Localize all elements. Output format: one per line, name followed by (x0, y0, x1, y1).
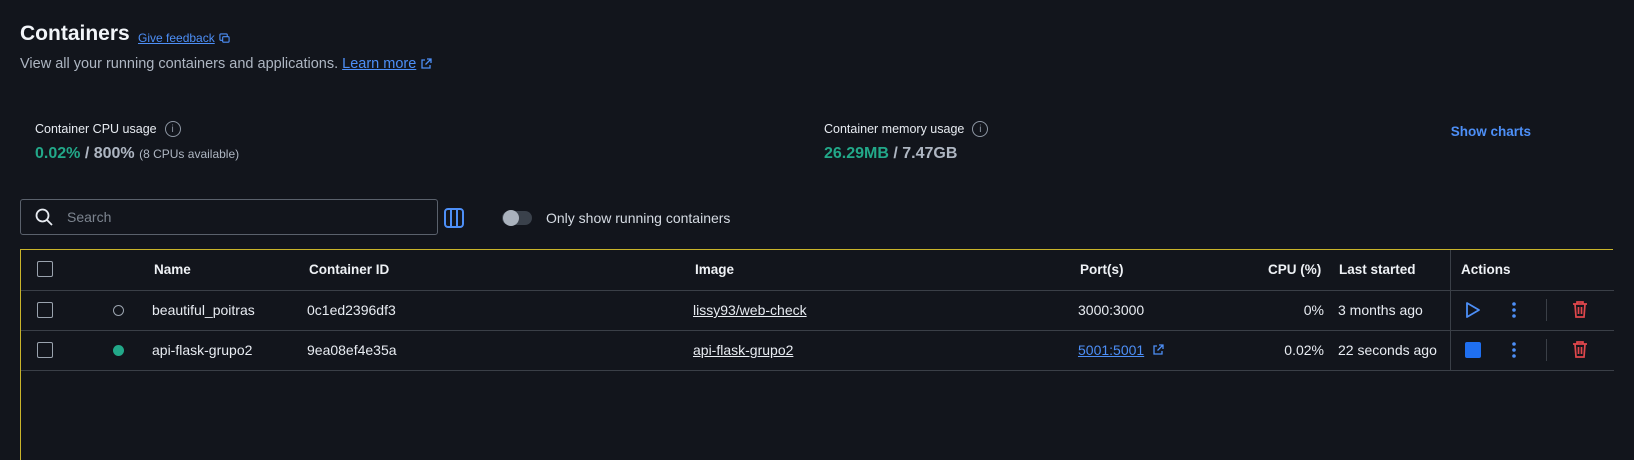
table-row[interactable]: api-flask-grupo2 9ea08ef4e35a api-flask-… (21, 330, 1614, 371)
container-last-started: 3 months ago (1338, 302, 1423, 318)
container-last-started: 22 seconds ago (1338, 342, 1437, 358)
status-indicator-running (113, 345, 124, 356)
container-cpu: 0.02% (1284, 342, 1324, 358)
more-vertical-icon[interactable] (1511, 341, 1517, 359)
container-name[interactable]: beautiful_poitras (152, 302, 255, 318)
page-title: Containers (20, 22, 130, 45)
column-header-name[interactable]: Name (154, 262, 191, 277)
row-checkbox[interactable] (37, 342, 53, 358)
feedback-icon (219, 32, 230, 43)
cpu-note: (8 CPUs available) (139, 147, 240, 161)
column-header-image[interactable]: Image (695, 262, 734, 277)
cpu-usage-value: 0.02% / 800% (8 CPUs available) (35, 145, 239, 163)
actions-column-divider (1450, 250, 1451, 371)
column-header-container-id[interactable]: Container ID (309, 262, 389, 277)
trash-icon[interactable] (1572, 340, 1588, 359)
image-link[interactable]: api-flask-grupo2 (693, 342, 793, 358)
port-link-wrapper[interactable]: 5001:5001 (1078, 342, 1164, 358)
memory-usage-value: 26.29MB / 7.47GB (824, 145, 957, 163)
containers-table: Name Container ID Image Port(s) CPU (%) … (20, 249, 1614, 460)
cpu-usage-title: Container CPU usage (35, 122, 157, 136)
info-icon[interactable]: i (972, 121, 989, 137)
cpu-total: / 800% (84, 145, 135, 162)
table-row[interactable]: beautiful_poitras 0c1ed2396df3 lissy93/w… (21, 290, 1614, 331)
learn-more-link[interactable]: Learn more (342, 56, 416, 72)
give-feedback-label[interactable]: Give feedback (138, 31, 215, 45)
container-id: 0c1ed2396df3 (307, 302, 396, 318)
cpu-usage-label: Container CPU usage i (35, 121, 181, 137)
play-icon[interactable] (1465, 301, 1481, 319)
container-id: 9ea08ef4e35a (307, 342, 397, 358)
column-header-cpu[interactable]: CPU (%) (1268, 262, 1321, 277)
memory-total: / 7.47GB (893, 145, 958, 162)
select-all-checkbox[interactable] (37, 261, 53, 277)
memory-usage-label: Container memory usage i (824, 121, 989, 137)
trash-icon[interactable] (1572, 300, 1588, 319)
show-charts-button[interactable]: Show charts (1451, 124, 1531, 139)
stop-icon[interactable] (1465, 342, 1481, 358)
more-vertical-icon[interactable] (1511, 301, 1517, 319)
status-indicator-stopped (113, 305, 124, 316)
column-header-actions: Actions (1461, 262, 1511, 277)
memory-used: 26.29MB (824, 145, 889, 162)
running-only-label: Only show running containers (546, 210, 731, 226)
table-header: Name Container ID Image Port(s) CPU (%) … (21, 250, 1614, 291)
search-input[interactable] (65, 208, 409, 226)
page-subtitle: View all your running containers and app… (20, 56, 432, 72)
subtitle-text: View all your running containers and app… (20, 56, 339, 72)
columns-icon[interactable] (443, 207, 465, 229)
port-link[interactable]: 5001:5001 (1078, 342, 1144, 358)
column-header-last-started[interactable]: Last started (1339, 262, 1416, 277)
column-header-ports[interactable]: Port(s) (1080, 262, 1124, 277)
memory-usage-title: Container memory usage (824, 122, 965, 136)
action-separator (1546, 339, 1547, 361)
search-icon (35, 208, 53, 226)
info-icon[interactable]: i (164, 121, 181, 137)
image-link[interactable]: lissy93/web-check (693, 302, 807, 318)
container-cpu: 0% (1303, 302, 1324, 318)
container-name[interactable]: api-flask-grupo2 (152, 342, 252, 358)
external-link-icon (421, 58, 432, 69)
row-checkbox[interactable] (37, 302, 53, 318)
action-separator (1546, 299, 1547, 321)
external-link-icon (1153, 344, 1164, 355)
search-box[interactable] (20, 199, 438, 235)
give-feedback-link[interactable]: Give feedback (138, 31, 230, 45)
cpu-used: 0.02% (35, 145, 81, 162)
running-only-toggle[interactable] (502, 210, 532, 226)
container-ports: 3000:3000 (1078, 302, 1145, 318)
